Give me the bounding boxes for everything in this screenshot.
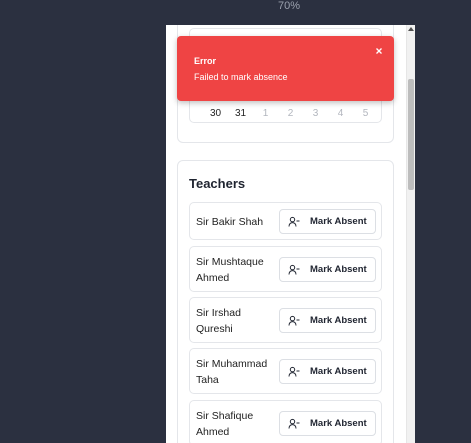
mark-absent-label: Mark Absent <box>310 216 367 227</box>
zoom-indicator: 70% <box>278 0 301 12</box>
mark-absent-button[interactable]: Mark Absent <box>279 359 376 384</box>
mark-absent-button[interactable]: Mark Absent <box>279 411 376 436</box>
calendar-day[interactable]: 31 <box>228 108 253 120</box>
vertical-scrollbar[interactable] <box>406 25 415 443</box>
scroll-thumb[interactable] <box>408 79 414 190</box>
user-minus-icon <box>288 216 300 228</box>
teacher-row: Sir Mushtaque Ahmed Mark Absent <box>189 246 382 292</box>
teacher-row: Sir Muhammad Taha Mark Absent <box>189 348 382 394</box>
calendar-day[interactable]: 5 <box>353 108 378 120</box>
calendar-week-row: 30 31 1 2 3 4 5 <box>203 108 378 120</box>
mark-absent-button[interactable]: Mark Absent <box>279 257 376 282</box>
teacher-name: Sir Mushtaque Ahmed <box>196 256 264 284</box>
teacher-name: Sir Bakir Shah <box>196 216 264 228</box>
calendar-day[interactable]: 30 <box>203 108 228 120</box>
mark-absent-button[interactable]: Mark Absent <box>279 209 376 234</box>
mark-absent-button[interactable]: Mark Absent <box>279 308 376 333</box>
close-icon[interactable] <box>373 44 385 56</box>
calendar-day[interactable]: 1 <box>253 108 278 120</box>
teacher-name: Sir Muhammad Taha <box>196 358 268 386</box>
mark-absent-label: Mark Absent <box>310 366 367 377</box>
scroll-up-arrow-icon[interactable] <box>408 27 414 31</box>
calendar-day[interactable]: 3 <box>303 108 328 120</box>
mark-absent-label: Mark Absent <box>310 315 367 326</box>
user-minus-icon <box>288 366 300 378</box>
user-minus-icon <box>288 264 300 276</box>
toast-message: Failed to mark absence <box>194 72 288 82</box>
teacher-row: Sir Bakir Shah Mark Absent <box>189 202 382 240</box>
teacher-name: Sir Shafique Ahmed <box>196 410 254 438</box>
teacher-row: Sir Irshad Qureshi Mark Absent <box>189 297 382 343</box>
user-minus-icon <box>288 418 300 430</box>
error-toast: Error Failed to mark absence <box>177 36 394 101</box>
toast-title: Error <box>194 56 217 66</box>
user-minus-icon <box>288 315 300 327</box>
teachers-title: Teachers <box>189 176 246 191</box>
mark-absent-label: Mark Absent <box>310 418 367 429</box>
mark-absent-label: Mark Absent <box>310 264 367 275</box>
calendar-day[interactable]: 4 <box>328 108 353 120</box>
teacher-name: Sir Irshad Qureshi <box>196 307 241 335</box>
calendar-day[interactable]: 2 <box>278 108 303 120</box>
teacher-row: Sir Shafique Ahmed Mark Absent <box>189 400 382 443</box>
teachers-card: Teachers Sir Bakir Shah Mark Absent Sir … <box>177 160 394 443</box>
